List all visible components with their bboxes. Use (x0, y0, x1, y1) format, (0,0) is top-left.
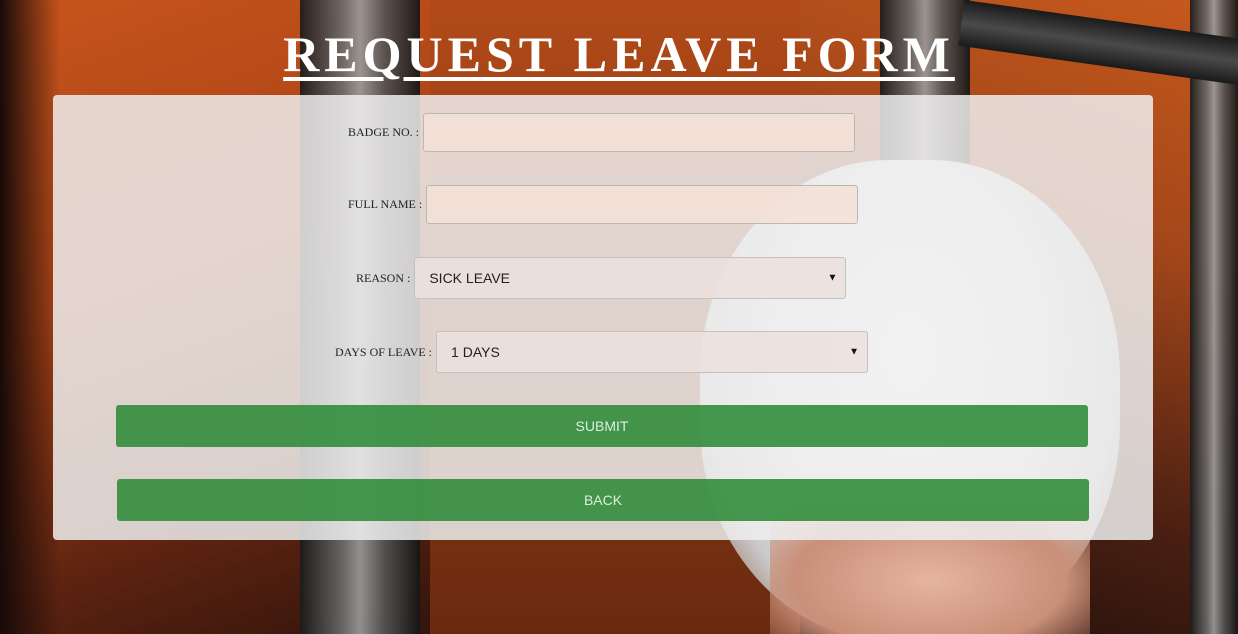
jail-bar (1190, 0, 1238, 634)
reason-label: REASON : (356, 270, 411, 285)
days-label: DAYS OF LEAVE : (335, 344, 433, 359)
reason-row: REASON : SICK LEAVE ▼ (356, 257, 847, 299)
reason-select[interactable]: SICK LEAVE ▼ (414, 257, 847, 299)
badge-label: BADGE NO. : (348, 125, 419, 139)
back-button[interactable]: BACK (117, 479, 1089, 521)
badge-row: BADGE NO. : (348, 113, 855, 152)
badge-input[interactable] (423, 113, 855, 152)
dropdown-caret-icon: ▼ (827, 272, 838, 284)
fullname-row: FULL NAME : (348, 185, 859, 224)
page-title: REQUEST LEAVE FORM (283, 26, 955, 82)
days-row: DAYS OF LEAVE : 1 DAYS ▼ (335, 331, 869, 373)
fullname-input[interactable] (426, 185, 859, 224)
submit-button[interactable]: SUBMIT (116, 405, 1088, 447)
fullname-label: FULL NAME : (348, 197, 423, 211)
days-select[interactable]: 1 DAYS ▼ (436, 331, 869, 373)
dropdown-caret-icon: ▼ (849, 346, 860, 358)
leave-form-panel: BADGE NO. : FULL NAME : REASON : SICK LE… (53, 95, 1153, 540)
reason-selected-value: SICK LEAVE (429, 270, 511, 286)
background-shadow (0, 0, 60, 634)
days-selected-value: 1 DAYS (451, 344, 500, 360)
